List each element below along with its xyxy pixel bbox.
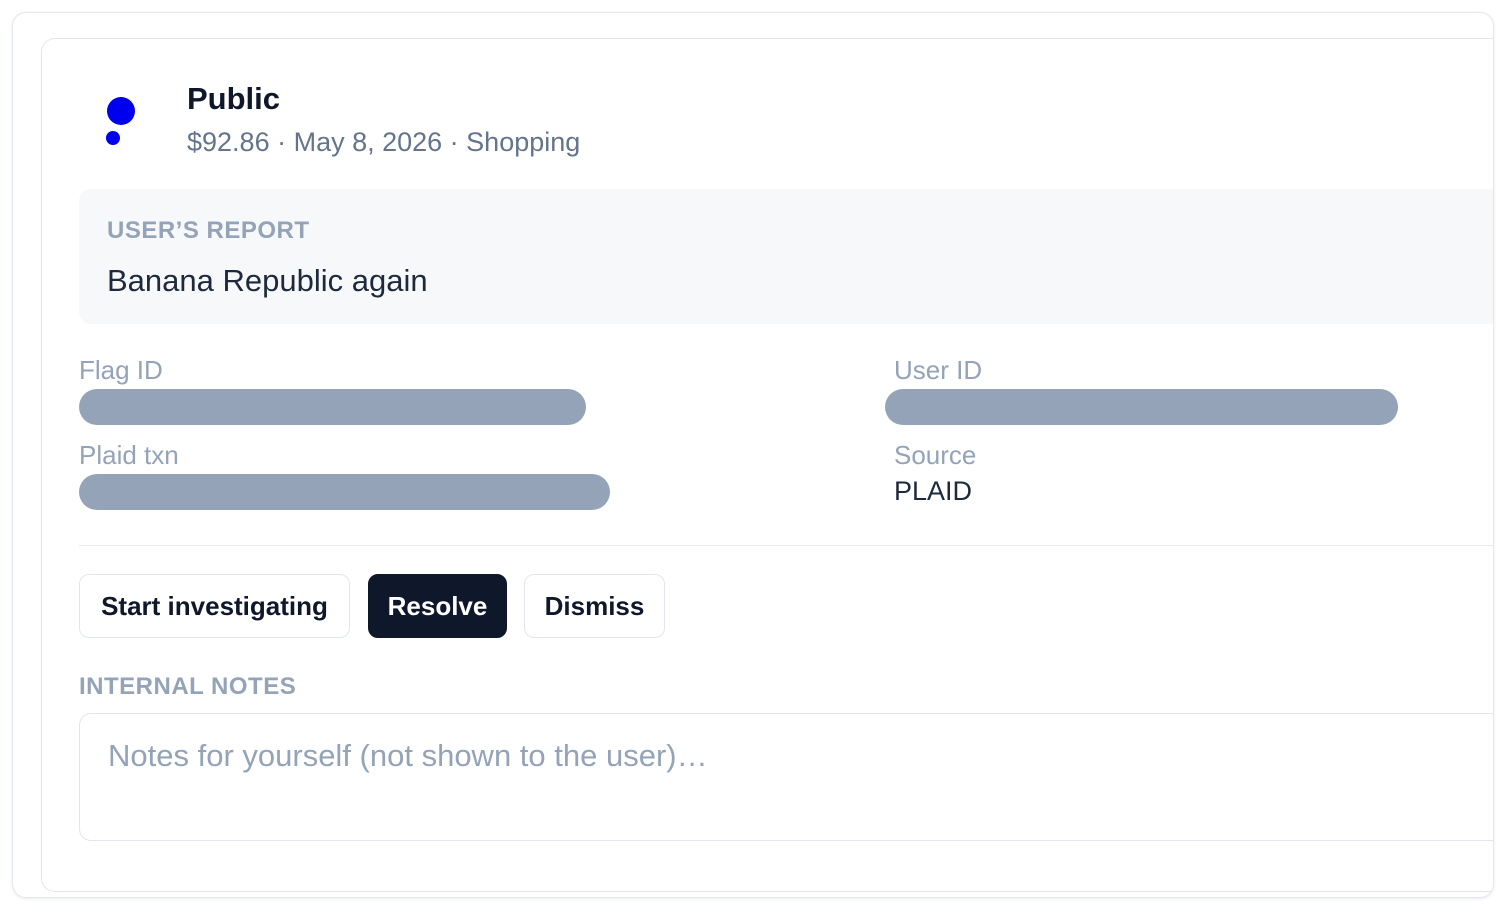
plaid-txn-label: Plaid txn — [79, 440, 179, 470]
source-value: PLAID — [894, 476, 973, 506]
public-logo-icon — [106, 97, 142, 149]
user-report-box: USER’S REPORT Banana Republic again — [79, 189, 1493, 324]
user-report-text: Banana Republic again — [107, 263, 428, 298]
section-divider — [79, 545, 1493, 546]
user-id-redacted — [885, 389, 1398, 425]
source-label: Source — [894, 440, 977, 470]
resolve-button[interactable]: Resolve — [368, 574, 507, 638]
transaction-meta: $92.86 · May 8, 2026 · Shopping — [187, 127, 581, 157]
flag-id-label: Flag ID — [79, 355, 163, 385]
user-report-label: USER’S REPORT — [107, 217, 310, 244]
plaid-txn-redacted — [79, 474, 610, 510]
flag-panel: Public $92.86 · May 8, 2026 · Shopping U… — [12, 12, 1494, 898]
flag-id-redacted — [79, 389, 586, 425]
merchant-name: Public — [187, 81, 281, 116]
start-investigating-button[interactable]: Start investigating — [79, 574, 350, 638]
dismiss-button[interactable]: Dismiss — [524, 574, 665, 638]
internal-notes-label: INTERNAL NOTES — [79, 673, 297, 700]
logo-dot-large — [107, 97, 135, 125]
logo-dot-small — [106, 131, 120, 145]
internal-notes-input[interactable] — [79, 713, 1493, 841]
flag-card: Public $92.86 · May 8, 2026 · Shopping U… — [41, 38, 1493, 892]
user-id-label: User ID — [894, 355, 983, 385]
